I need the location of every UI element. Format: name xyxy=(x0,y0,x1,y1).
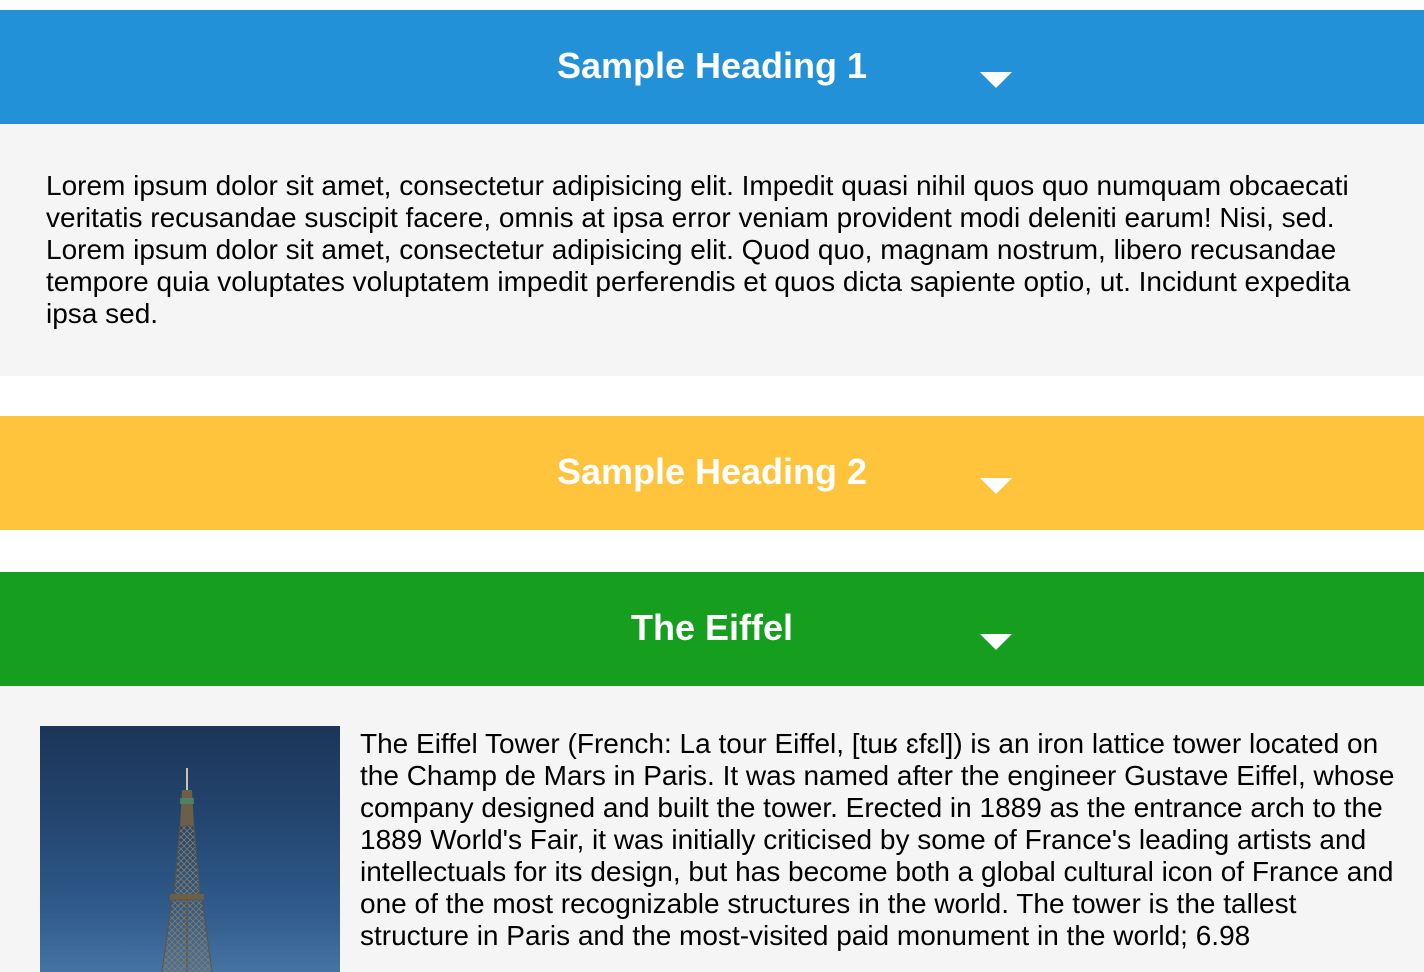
accordion-panel-3: The Eiffel Tower (French: La tour Eiffel… xyxy=(0,686,1424,972)
accordion-title-1: Sample Heading 1 xyxy=(556,45,868,86)
accordion-header-1[interactable]: Sample Heading 1 xyxy=(0,10,1424,124)
caret-down-icon[interactable] xyxy=(980,634,1012,650)
caret-down-icon[interactable] xyxy=(980,72,1012,88)
accordion-panel-1: Lorem ipsum dolor sit amet, consectetur … xyxy=(0,124,1424,376)
caret-down-icon[interactable] xyxy=(980,478,1012,494)
accordion-page: Sample Heading 1 Lorem ipsum dolor sit a… xyxy=(0,0,1424,972)
eiffel-tower-illustration xyxy=(161,768,213,972)
accordion-header-3[interactable]: The Eiffel xyxy=(0,572,1424,686)
eiffel-tower-photo xyxy=(40,726,340,972)
accordion-title-3: The Eiffel xyxy=(630,607,794,648)
accordion-header-2[interactable]: Sample Heading 2 xyxy=(0,416,1424,530)
accordion-title-2: Sample Heading 2 xyxy=(556,451,868,492)
panel-text-1: Lorem ipsum dolor sit amet, consectetur … xyxy=(46,170,1351,329)
panel-text-3: The Eiffel Tower (French: La tour Eiffel… xyxy=(360,728,1395,951)
